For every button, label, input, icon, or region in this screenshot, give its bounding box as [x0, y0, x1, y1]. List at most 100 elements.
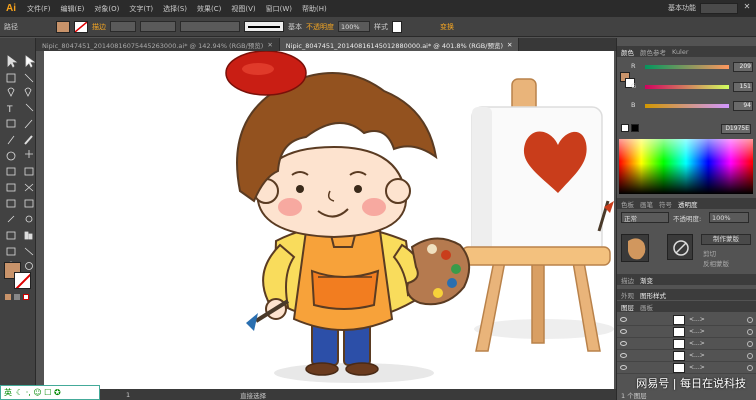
target-icon[interactable]: [747, 317, 753, 323]
stroke-weight-field[interactable]: [110, 21, 136, 32]
app-logo: Ai: [6, 3, 16, 14]
artboard-nav[interactable]: 1: [126, 391, 130, 399]
opacity-field[interactable]: 100%: [338, 21, 370, 32]
menu-select[interactable]: 选择(S): [158, 4, 192, 14]
tab-symbols[interactable]: 符号: [659, 199, 672, 209]
target-icon[interactable]: [747, 353, 753, 359]
layer-row[interactable]: <...>: [617, 338, 756, 350]
layer-row[interactable]: <...>: [617, 314, 756, 326]
workspace-switcher[interactable]: 基本功能: [668, 3, 696, 13]
transparency-opacity-field[interactable]: 100%: [709, 212, 749, 223]
menu-file[interactable]: 文件(F): [22, 4, 56, 14]
target-icon[interactable]: [747, 365, 753, 371]
none-mode-icon[interactable]: [23, 294, 29, 300]
stroke-label[interactable]: 描边: [92, 22, 106, 32]
transform-label[interactable]: 变换: [440, 22, 454, 32]
tab-artboards[interactable]: 画板: [640, 302, 653, 312]
eye-icon[interactable]: [620, 353, 627, 358]
blend-mode-select[interactable]: 正常: [621, 212, 669, 223]
black-swatch[interactable]: [631, 124, 639, 132]
tab-gradient[interactable]: 渐变: [640, 275, 653, 285]
layer-thumbnail: [673, 363, 685, 373]
document-tabs: Nipic_8047451_20140816075445263000.ai* @…: [36, 38, 616, 51]
make-mask-button[interactable]: 制作蒙版: [701, 234, 751, 245]
slider-r[interactable]: 209: [645, 62, 755, 72]
transparency-opacity-label: 不透明度:: [673, 215, 702, 223]
stroke-color-box[interactable]: [14, 272, 31, 289]
artboard[interactable]: [44, 51, 614, 389]
eye-icon[interactable]: [620, 329, 627, 334]
tab-document-2[interactable]: Nipic_8047451_20140816145012880000.ai* @…: [279, 38, 520, 51]
color-mode-icon[interactable]: [5, 294, 11, 300]
search-input[interactable]: [700, 3, 738, 14]
channel-g-label: G: [631, 82, 637, 90]
menu-effect[interactable]: 效果(C): [192, 4, 226, 14]
layer-row[interactable]: <...>: [617, 362, 756, 374]
value-b[interactable]: 94: [733, 101, 753, 111]
layer-row[interactable]: <...>: [617, 350, 756, 362]
layer-name: <...>: [689, 352, 705, 359]
invert-mask-checkbox[interactable]: 反相蒙版: [703, 258, 729, 268]
color-panel-tabs: 颜色 颜色参考 Kuler: [617, 46, 756, 57]
layer-thumbnail: [673, 351, 685, 361]
layer-name: <...>: [689, 340, 705, 347]
stroke-swatch[interactable]: [74, 20, 88, 33]
object-thumbnail: [621, 234, 649, 262]
tab-color[interactable]: 颜色: [621, 47, 634, 57]
tab-document-1-label: Nipic_8047451_20140816075445263000.ai* @…: [42, 41, 264, 50]
tab-appearance[interactable]: 外观: [621, 290, 634, 300]
brush-select[interactable]: [180, 21, 240, 32]
mask-thumbnail[interactable]: [667, 234, 693, 260]
close-icon[interactable]: ✕: [267, 41, 272, 49]
right-panel-dock: 颜色 颜色参考 Kuler R 209 G 151 B 94 D1975E 色板…: [616, 38, 756, 400]
clip-checkbox[interactable]: 剪切: [703, 248, 716, 258]
tab-stroke[interactable]: 描边: [621, 275, 634, 285]
tab-color-guide[interactable]: 颜色参考: [640, 47, 666, 57]
tab-brushes[interactable]: 画笔: [640, 199, 653, 209]
opacity-label[interactable]: 不透明度: [306, 22, 334, 32]
menu-window[interactable]: 窗口(W): [261, 4, 297, 14]
style-panel-tabs: 外观 图形样式: [617, 289, 756, 300]
menu-type[interactable]: 文字(T): [124, 4, 158, 14]
menu-edit[interactable]: 编辑(E): [56, 4, 90, 14]
eye-icon[interactable]: [620, 341, 627, 346]
tab-document-1[interactable]: Nipic_8047451_20140816075445263000.ai* @…: [36, 38, 280, 51]
color-spectrum[interactable]: [619, 139, 753, 194]
tab-graphic-styles[interactable]: 图形样式: [640, 290, 666, 300]
graphic-style-swatch[interactable]: [392, 20, 402, 33]
slider-b[interactable]: 94: [645, 101, 755, 111]
tab-transparency[interactable]: 透明度: [678, 199, 698, 209]
layer-row[interactable]: <...>: [617, 326, 756, 338]
target-icon[interactable]: [747, 329, 753, 335]
tab-layers[interactable]: 图层: [621, 302, 634, 312]
ime-icons[interactable]: ☾ ·, ☺ ☐ ✪: [16, 388, 61, 397]
hex-field[interactable]: D1975E: [721, 124, 751, 134]
ime-language[interactable]: 英: [4, 387, 12, 398]
fill-swatch[interactable]: [56, 20, 70, 33]
tools-panel: T: [0, 38, 36, 400]
white-swatch[interactable]: [621, 124, 629, 132]
target-icon[interactable]: [747, 341, 753, 347]
tab-swatches[interactable]: 色板: [621, 199, 634, 209]
menu-help[interactable]: 帮助(H): [297, 4, 332, 14]
stroke-style-label: 基本: [288, 22, 302, 31]
layer-thumbnail: [673, 315, 685, 325]
stroke-style-preview[interactable]: [244, 21, 284, 32]
appearance-panel-tabs: 描边 渐变: [617, 274, 756, 285]
ime-toolbar[interactable]: 英 ☾ ·, ☺ ☐ ✪: [0, 385, 100, 400]
close-icon[interactable]: ✕: [507, 41, 512, 49]
variable-width-select[interactable]: [140, 21, 176, 32]
slider-g[interactable]: 151: [645, 82, 755, 92]
value-r[interactable]: 209: [733, 62, 753, 72]
eye-icon[interactable]: [620, 317, 627, 322]
menu-view[interactable]: 视图(V): [226, 4, 260, 14]
value-g[interactable]: 151: [733, 82, 753, 92]
close-window-button[interactable]: ✕: [740, 2, 754, 15]
menu-object[interactable]: 对象(O): [89, 4, 124, 14]
eye-icon[interactable]: [620, 365, 627, 370]
svg-text:T: T: [6, 105, 13, 115]
selection-type-label: 路径: [4, 22, 18, 31]
tab-kuler[interactable]: Kuler: [672, 48, 689, 56]
gradient-mode-icon[interactable]: [14, 294, 20, 300]
control-bar: 路径 描边 基本 不透明度 100% 样式 变换: [0, 17, 756, 37]
